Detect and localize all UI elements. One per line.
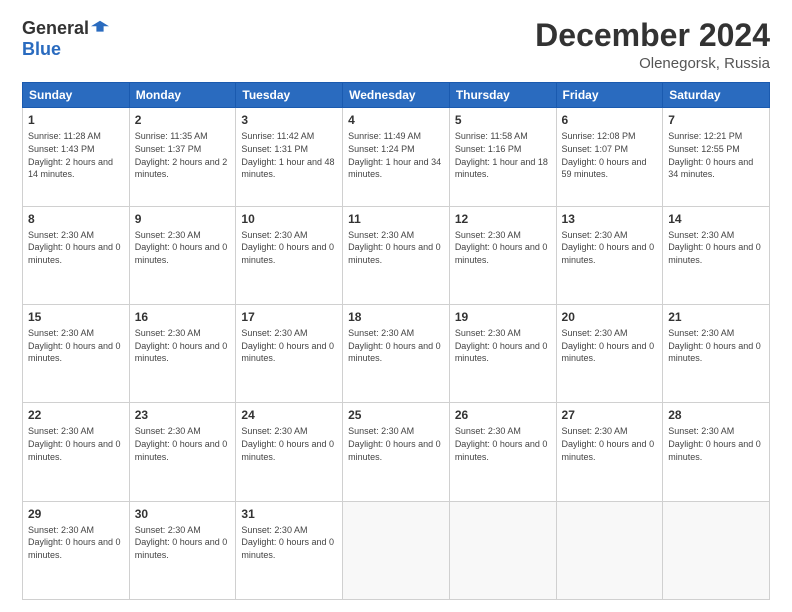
col-monday: Monday xyxy=(129,83,236,108)
logo-bird-icon xyxy=(91,19,109,37)
day-22: 22 Sunset: 2:30 AMDaylight: 0 hours and … xyxy=(23,403,130,501)
day-27: 27 Sunset: 2:30 AMDaylight: 0 hours and … xyxy=(556,403,663,501)
logo: General Blue xyxy=(22,18,109,60)
day-3: 3 Sunrise: 11:42 AMSunset: 1:31 PMDaylig… xyxy=(236,108,343,206)
day-20: 20 Sunset: 2:30 AMDaylight: 0 hours and … xyxy=(556,304,663,402)
col-tuesday: Tuesday xyxy=(236,83,343,108)
col-sunday: Sunday xyxy=(23,83,130,108)
day-8: 8 Sunset: 2:30 AMDaylight: 0 hours and 0… xyxy=(23,206,130,304)
col-friday: Friday xyxy=(556,83,663,108)
week-row-3: 15 Sunset: 2:30 AMDaylight: 0 hours and … xyxy=(23,304,770,402)
day-6: 6 Sunrise: 12:08 PMSunset: 1:07 PMDaylig… xyxy=(556,108,663,206)
day-11: 11 Sunset: 2:30 AMDaylight: 0 hours and … xyxy=(343,206,450,304)
logo-general-text: General xyxy=(22,18,89,39)
calendar-table: Sunday Monday Tuesday Wednesday Thursday… xyxy=(22,82,770,600)
day-10: 10 Sunset: 2:30 AMDaylight: 0 hours and … xyxy=(236,206,343,304)
day-12: 12 Sunset: 2:30 AMDaylight: 0 hours and … xyxy=(449,206,556,304)
main-title: December 2024 xyxy=(535,18,770,53)
empty-cell-1 xyxy=(343,501,450,599)
day-30: 30 Sunset: 2:30 AMDaylight: 0 hours and … xyxy=(129,501,236,599)
week-row-2: 8 Sunset: 2:30 AMDaylight: 0 hours and 0… xyxy=(23,206,770,304)
day-29: 29 Sunset: 2:30 AMDaylight: 0 hours and … xyxy=(23,501,130,599)
day-17: 17 Sunset: 2:30 AMDaylight: 0 hours and … xyxy=(236,304,343,402)
title-section: December 2024 Olenegorsk, Russia xyxy=(535,18,770,72)
day-16: 16 Sunset: 2:30 AMDaylight: 0 hours and … xyxy=(129,304,236,402)
day-15: 15 Sunset: 2:30 AMDaylight: 0 hours and … xyxy=(23,304,130,402)
weekday-header-row: Sunday Monday Tuesday Wednesday Thursday… xyxy=(23,83,770,108)
col-wednesday: Wednesday xyxy=(343,83,450,108)
day-7: 7 Sunrise: 12:21 PMSunset: 12:55 PMDayli… xyxy=(663,108,770,206)
week-row-5: 29 Sunset: 2:30 AMDaylight: 0 hours and … xyxy=(23,501,770,599)
day-4: 4 Sunrise: 11:49 AMSunset: 1:24 PMDaylig… xyxy=(343,108,450,206)
day-13: 13 Sunset: 2:30 AMDaylight: 0 hours and … xyxy=(556,206,663,304)
day-25: 25 Sunset: 2:30 AMDaylight: 0 hours and … xyxy=(343,403,450,501)
subtitle: Olenegorsk, Russia xyxy=(535,55,770,72)
day-18: 18 Sunset: 2:30 AMDaylight: 0 hours and … xyxy=(343,304,450,402)
empty-cell-2 xyxy=(449,501,556,599)
empty-cell-3 xyxy=(556,501,663,599)
col-thursday: Thursday xyxy=(449,83,556,108)
logo-blue-text: Blue xyxy=(22,39,61,60)
col-saturday: Saturday xyxy=(663,83,770,108)
day-5: 5 Sunrise: 11:58 AMSunset: 1:16 PMDaylig… xyxy=(449,108,556,206)
day-24: 24 Sunset: 2:30 AMDaylight: 0 hours and … xyxy=(236,403,343,501)
day-31: 31 Sunset: 2:30 AMDaylight: 0 hours and … xyxy=(236,501,343,599)
day-26: 26 Sunset: 2:30 AMDaylight: 0 hours and … xyxy=(449,403,556,501)
day-2: 2 Sunrise: 11:35 AMSunset: 1:37 PMDaylig… xyxy=(129,108,236,206)
day-19: 19 Sunset: 2:30 AMDaylight: 0 hours and … xyxy=(449,304,556,402)
day-9: 9 Sunset: 2:30 AMDaylight: 0 hours and 0… xyxy=(129,206,236,304)
page: General Blue December 2024 Olenegorsk, R… xyxy=(0,0,792,612)
header: General Blue December 2024 Olenegorsk, R… xyxy=(22,18,770,72)
day-28: 28 Sunset: 2:30 AMDaylight: 0 hours and … xyxy=(663,403,770,501)
day-21: 21 Sunset: 2:30 AMDaylight: 0 hours and … xyxy=(663,304,770,402)
day-23: 23 Sunset: 2:30 AMDaylight: 0 hours and … xyxy=(129,403,236,501)
week-row-4: 22 Sunset: 2:30 AMDaylight: 0 hours and … xyxy=(23,403,770,501)
day-14: 14 Sunset: 2:30 AMDaylight: 0 hours and … xyxy=(663,206,770,304)
week-row-1: 1 Sunrise: 11:28 AMSunset: 1:43 PMDaylig… xyxy=(23,108,770,206)
day-1: 1 Sunrise: 11:28 AMSunset: 1:43 PMDaylig… xyxy=(23,108,130,206)
empty-cell-4 xyxy=(663,501,770,599)
